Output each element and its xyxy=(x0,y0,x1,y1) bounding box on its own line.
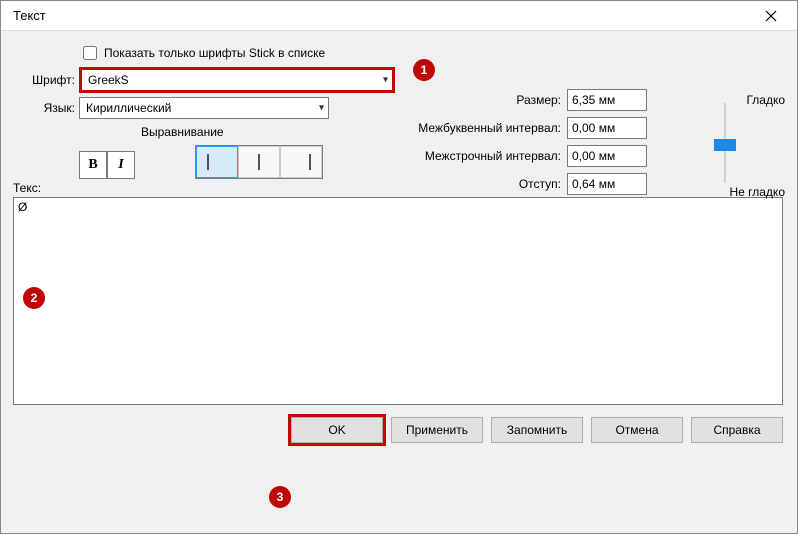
callout-3: 3 xyxy=(269,486,291,508)
italic-button[interactable]: I xyxy=(107,151,135,179)
align-left-button[interactable] xyxy=(196,146,238,178)
window-title: Текст xyxy=(13,8,46,23)
letter-spacing-label: Межбуквенный интервал: xyxy=(401,121,561,135)
align-left-icon xyxy=(207,154,209,170)
align-center-icon xyxy=(258,154,260,170)
language-value: Кириллический xyxy=(86,101,171,115)
cancel-button[interactable]: Отмена xyxy=(591,417,683,443)
slider-top-label: Гладко xyxy=(746,93,785,107)
text-label: Текс: xyxy=(13,181,785,195)
slider-thumb[interactable] xyxy=(714,139,736,151)
size-input[interactable]: 6,35 мм xyxy=(567,89,647,111)
help-button[interactable]: Справка xyxy=(691,417,783,443)
font-label: Шрифт: xyxy=(13,73,75,87)
slider-bottom-label: Не гладко xyxy=(729,185,785,199)
align-right-icon xyxy=(309,154,311,170)
indent-input[interactable]: 0,64 мм xyxy=(567,173,647,195)
size-label: Размер: xyxy=(401,93,561,107)
bold-button[interactable]: B xyxy=(79,151,107,179)
alignment-group xyxy=(195,145,323,179)
stick-only-label: Показать только шрифты Stick в списке xyxy=(104,46,325,60)
apply-button[interactable]: Применить xyxy=(391,417,483,443)
language-label: Язык: xyxy=(13,101,75,115)
line-spacing-value: 0,00 мм xyxy=(572,149,615,163)
align-center-button[interactable] xyxy=(238,146,280,178)
font-value: GreekS xyxy=(88,73,129,87)
letter-spacing-input[interactable]: 0,00 мм xyxy=(567,117,647,139)
line-spacing-label: Межстрочный интервал: xyxy=(401,149,561,163)
font-combobox[interactable]: GreekS ▾ xyxy=(79,67,395,93)
letter-spacing-value: 0,00 мм xyxy=(572,121,615,135)
chevron-down-icon: ▾ xyxy=(383,75,388,86)
remember-button[interactable]: Запомнить xyxy=(491,417,583,443)
text-input[interactable]: Ø xyxy=(13,197,783,405)
language-combobox[interactable]: Кириллический ▾ xyxy=(79,97,329,119)
close-icon xyxy=(765,10,777,22)
smoothness-slider[interactable] xyxy=(715,103,735,183)
callout-1: 1 xyxy=(413,59,435,81)
titlebar: Текст xyxy=(1,1,797,31)
size-value: 6,35 мм xyxy=(572,93,615,107)
align-right-button[interactable] xyxy=(280,146,322,178)
indent-value: 0,64 мм xyxy=(572,177,615,191)
close-button[interactable] xyxy=(753,4,789,28)
line-spacing-input[interactable]: 0,00 мм xyxy=(567,145,647,167)
stick-only-checkbox[interactable] xyxy=(83,46,97,60)
ok-button[interactable]: OK xyxy=(291,417,383,443)
callout-2: 2 xyxy=(23,287,45,309)
chevron-down-icon: ▾ xyxy=(319,103,324,114)
indent-label: Отступ: xyxy=(401,177,561,191)
